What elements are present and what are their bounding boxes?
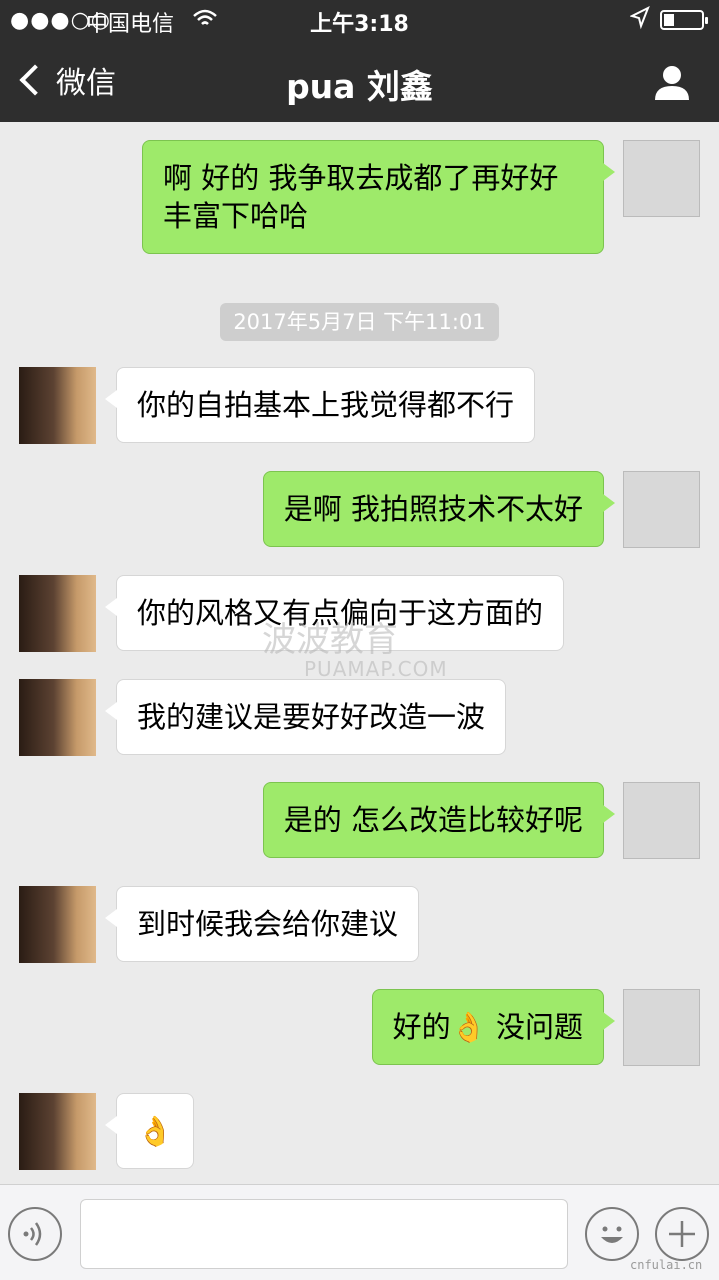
contact-avatar[interactable]: [19, 1093, 96, 1170]
nav-bar: 微信 pua 刘鑫: [0, 40, 719, 122]
watermark-subtext: PUAMAP.COM: [304, 657, 448, 681]
contact-avatar[interactable]: [19, 575, 96, 652]
location-arrow-icon: [630, 6, 650, 30]
watermark-text: 波波教育: [262, 620, 398, 660]
corner-watermark: cnfulai.cn: [630, 1258, 703, 1272]
message-bubble-other[interactable]: 到时候我会给你建议: [104, 886, 420, 962]
chat-title: pua 刘鑫: [286, 67, 433, 106]
message-bubble-me[interactable]: 啊 好的 我争取去成都了再好好丰富下哈哈: [142, 140, 615, 254]
message-bubble-other[interactable]: 我的建议是要好好改造一波: [104, 679, 507, 755]
my-avatar[interactable]: [623, 782, 700, 859]
watermark-logo: 波波教育 PUAMAP.COM: [262, 612, 448, 681]
chat-area[interactable]: 啊 好的 我争取去成都了再好好丰富下哈哈 2017年5月7日 下午11:01 你…: [0, 122, 719, 1184]
message-bubble-me[interactable]: 好的👌 没问题: [371, 989, 616, 1065]
my-avatar[interactable]: [623, 140, 700, 217]
status-time: 上午3:18: [310, 12, 409, 37]
message-timestamp: 2017年5月7日 下午11:01: [220, 303, 499, 341]
contact-avatar[interactable]: [19, 367, 96, 444]
message-bubble-me[interactable]: 是的 怎么改造比较好呢: [262, 782, 616, 858]
message-bubble-other[interactable]: 你的自拍基本上我觉得都不行: [104, 367, 536, 443]
message-bubble-other[interactable]: 👌: [104, 1093, 195, 1169]
my-avatar[interactable]: [623, 471, 700, 548]
my-avatar[interactable]: [623, 989, 700, 1066]
contact-avatar[interactable]: [19, 886, 96, 963]
emoji-icon: [601, 1226, 623, 1243]
battery-icon: [660, 10, 708, 30]
plus-button[interactable]: [655, 1207, 709, 1261]
message-input[interactable]: [80, 1199, 568, 1269]
voice-icon: [23, 1222, 42, 1246]
emoji-button[interactable]: [585, 1207, 639, 1261]
contact-avatar[interactable]: [19, 679, 96, 756]
plus-icon: [669, 1221, 695, 1247]
status-bar: ●●●○○ 中国电信 上午3:18: [0, 0, 719, 40]
input-bar: [0, 1184, 719, 1280]
person-icon[interactable]: [652, 62, 692, 102]
message-bubble-me[interactable]: 是啊 我拍照技术不太好: [262, 471, 616, 547]
voice-button[interactable]: [8, 1207, 62, 1261]
